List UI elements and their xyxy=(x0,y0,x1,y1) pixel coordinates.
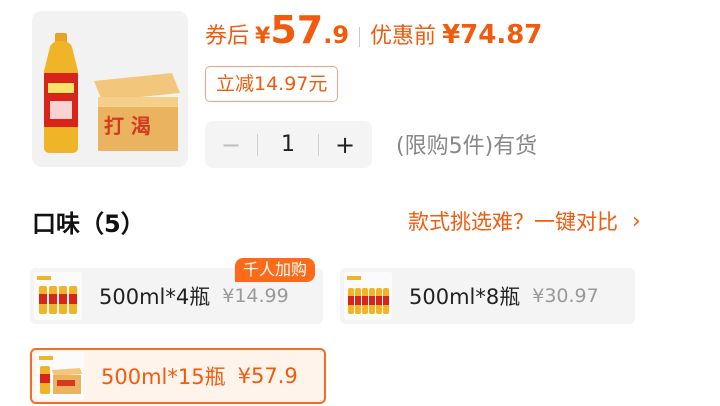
option-name: 500ml*15瓶 xyxy=(101,365,226,389)
option-thumbnail xyxy=(34,272,82,320)
quantity-stepper: − 1 + xyxy=(205,121,372,168)
before-discount-price: ¥74.87 xyxy=(442,20,543,50)
discount-tag: 立减14.97元 xyxy=(205,66,339,102)
option-price: ¥57.9 xyxy=(237,364,298,388)
price-line: 券后 ¥ 57 .9 优惠前 ¥74.87 xyxy=(205,8,542,58)
decrease-button[interactable]: − xyxy=(205,131,257,159)
option-thumbnail xyxy=(344,272,392,320)
option-name: 500ml*4瓶 xyxy=(99,285,211,309)
coupon-currency: ¥ xyxy=(255,24,271,49)
carton-box-icon xyxy=(36,352,84,400)
compare-link[interactable]: 款式挑选难？一键对比 › xyxy=(408,206,641,236)
stock-status: (限购5件)有货 xyxy=(396,134,538,159)
option-price: ¥14.99 xyxy=(222,285,289,307)
flavor-option-15-bottles[interactable]: 500ml*15瓶 ¥57.9 xyxy=(30,348,326,404)
promo-badge: 千人加购 xyxy=(235,258,316,282)
coupon-price-integer: 57 xyxy=(270,8,324,52)
eight-bottles-icon xyxy=(344,272,392,320)
option-price: ¥30.97 xyxy=(532,285,599,307)
price-divider xyxy=(359,27,361,47)
option-name: 500ml*8瓶 xyxy=(409,285,521,309)
product-sku-panel: 打 渴 券后 ¥ 57 .9 优惠前 ¥74.87 立减14.97元 − 1 +… xyxy=(0,0,720,406)
product-image[interactable]: 打 渴 xyxy=(32,11,188,167)
flavor-option-8-bottles[interactable]: 500ml*8瓶 ¥30.97 xyxy=(340,268,635,324)
coupon-price-decimal: .9 xyxy=(323,21,350,49)
flavor-section-title: 口味（5） xyxy=(32,210,145,238)
tea-bottle-and-box-icon: 打 渴 xyxy=(32,11,188,167)
increase-button[interactable]: + xyxy=(319,131,371,159)
coupon-price-label: 券后 xyxy=(205,24,250,49)
option-thumbnail xyxy=(36,352,84,400)
chevron-right-icon: › xyxy=(632,208,641,234)
svg-text:打 渴: 打 渴 xyxy=(104,114,151,138)
compare-link-label: 款式挑选难？一键对比 xyxy=(408,210,618,234)
before-discount-label: 优惠前 xyxy=(370,24,437,49)
four-bottles-icon xyxy=(34,272,82,320)
quantity-value[interactable]: 1 xyxy=(258,132,318,157)
